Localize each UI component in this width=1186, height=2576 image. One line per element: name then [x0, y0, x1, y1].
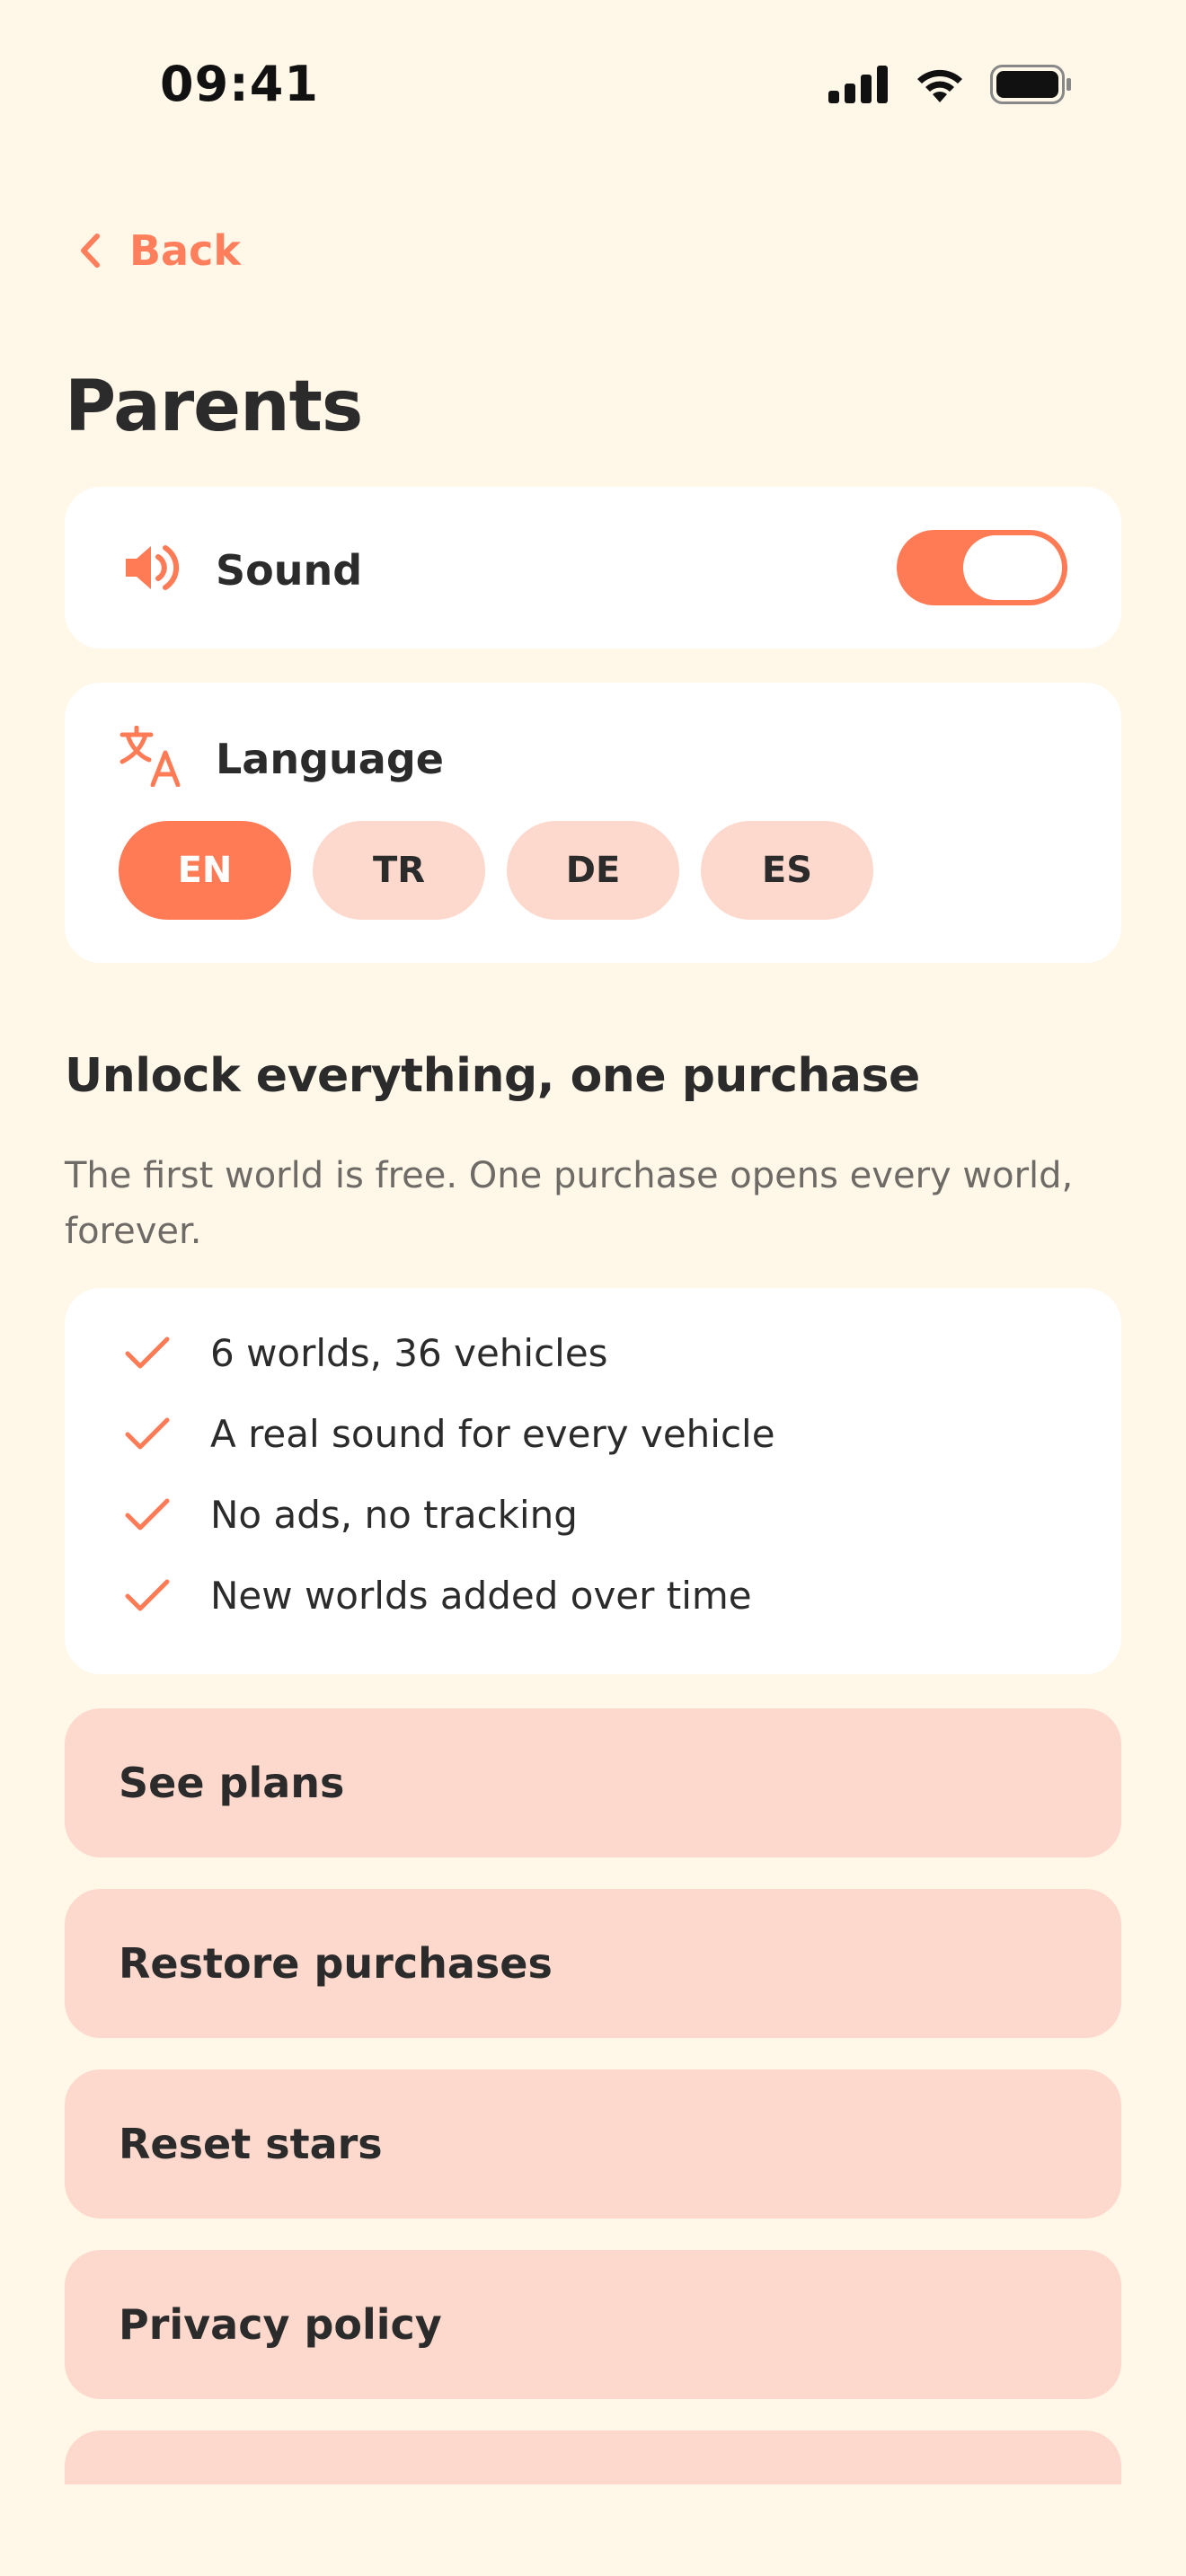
wifi-icon — [917, 69, 962, 102]
language-setting-card: Language EN TR DE ES — [65, 683, 1121, 963]
sound-toggle[interactable] — [897, 530, 1067, 605]
privacy-policy-button[interactable]: Privacy policy — [65, 2250, 1121, 2399]
sound-setting-card: Sound — [65, 487, 1121, 648]
see-plans-button[interactable]: See plans — [65, 1708, 1121, 1857]
feature-text: 6 worlds, 36 vehicles — [210, 1331, 608, 1375]
feature-item: New worlds added over time — [124, 1574, 752, 1618]
language-option-es[interactable]: ES — [701, 821, 873, 920]
language-option-tr[interactable]: TR — [313, 821, 485, 920]
chevron-left-icon — [81, 234, 100, 268]
back-label: Back — [129, 226, 241, 275]
features-card: 6 worlds, 36 vehicles A real sound for e… — [65, 1288, 1121, 1674]
checkmark-icon — [125, 1337, 170, 1368]
reset-stars-button[interactable]: Reset stars — [65, 2069, 1121, 2219]
translate-icon — [119, 726, 181, 787]
restore-purchases-button[interactable]: Restore purchases — [65, 1889, 1121, 2038]
page-title: Parents — [65, 366, 363, 447]
language-options: EN TR DE ES — [119, 821, 873, 920]
status-bar: 09:41 — [0, 0, 1186, 171]
purchase-subtitle: The first world is free. One purchase op… — [65, 1155, 1074, 1252]
purchase-title: Unlock everything, one purchase — [65, 1049, 920, 1103]
language-option-de[interactable]: DE — [507, 821, 679, 920]
language-label: Language — [216, 735, 444, 783]
status-icons — [828, 65, 1073, 104]
feature-item: No ads, no tracking — [124, 1493, 578, 1537]
battery-icon — [990, 65, 1071, 104]
feature-item: 6 worlds, 36 vehicles — [124, 1331, 608, 1375]
feature-text: New worlds added over time — [210, 1574, 752, 1618]
checkmark-icon — [125, 1579, 170, 1610]
feature-item: A real sound for every vehicle — [124, 1412, 775, 1456]
checkmark-icon — [125, 1417, 170, 1449]
back-button[interactable]: Back — [79, 226, 241, 275]
feature-text: No ads, no tracking — [210, 1493, 578, 1537]
sound-label: Sound — [216, 546, 363, 595]
next-action-button-partial[interactable] — [65, 2430, 1121, 2484]
speaker-icon — [126, 545, 180, 590]
feature-text: A real sound for every vehicle — [210, 1412, 775, 1456]
language-option-en[interactable]: EN — [119, 821, 291, 920]
parents-screen: 09:41 Back Parents Sound Language EN TR … — [0, 0, 1186, 2576]
checkmark-icon — [125, 1498, 170, 1530]
toggle-knob — [963, 535, 1062, 600]
status-time: 09:41 — [160, 56, 319, 112]
cellular-signal-icon — [828, 66, 888, 103]
